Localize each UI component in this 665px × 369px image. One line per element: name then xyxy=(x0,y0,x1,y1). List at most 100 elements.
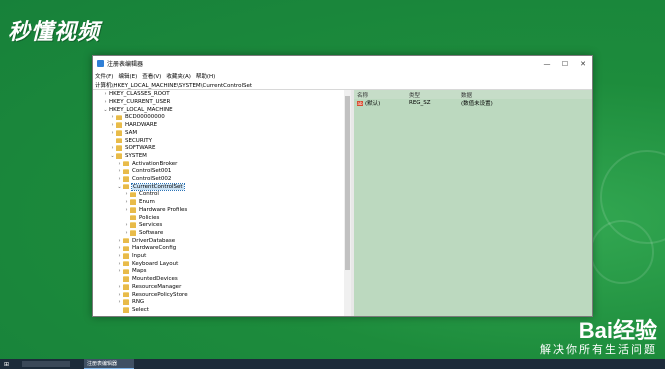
tree-node[interactable]: › HardwareConfig xyxy=(116,245,177,253)
tree-node[interactable]: ⌄ SYSTEM xyxy=(109,152,147,160)
expand-chevron-icon[interactable]: › xyxy=(102,91,109,97)
tree-node-label[interactable]: Services xyxy=(139,222,162,228)
menu-favorites[interactable]: 收藏夹(A) xyxy=(166,72,191,80)
tree-node-label[interactable]: HKEY_CLASSES_ROOT xyxy=(109,91,170,97)
address-path[interactable]: 计算机\HKEY_LOCAL_MACHINE\SYSTEM\CurrentCon… xyxy=(95,81,252,89)
tree-node[interactable]: › SOFTWARE xyxy=(109,144,156,152)
scrollbar-thumb[interactable] xyxy=(345,96,350,270)
tree-node-label[interactable]: Select xyxy=(132,307,149,313)
tree-scrollbar[interactable] xyxy=(344,90,351,316)
tree-node-label[interactable]: SOFTWARE xyxy=(125,145,155,151)
tree-node-label[interactable]: HKEY_LOCAL_MACHINE xyxy=(109,107,173,113)
column-header-type[interactable]: 类型 xyxy=(409,91,461,99)
collapse-chevron-icon[interactable]: ⌄ xyxy=(109,153,116,159)
tree-node[interactable]: › HKEY_CLASSES_ROOT xyxy=(102,91,170,99)
expand-chevron-icon[interactable]: › xyxy=(123,191,130,197)
tree-node[interactable]: › HKEY_CURRENT_USER xyxy=(102,98,171,106)
tree-node-label[interactable]: Maps xyxy=(132,268,146,274)
tree-node-label[interactable]: HKEY_CURRENT_USER xyxy=(109,99,170,105)
tree-node[interactable]: › HARDWARE xyxy=(109,121,158,129)
tree-node[interactable]: Select xyxy=(116,306,149,314)
tree-node-label[interactable]: RNG xyxy=(132,299,144,305)
tree-node-label[interactable]: Hardware Profiles xyxy=(139,207,187,213)
expand-chevron-icon[interactable]: › xyxy=(102,99,109,105)
menu-help[interactable]: 帮助(H) xyxy=(196,72,215,80)
expand-chevron-icon[interactable]: › xyxy=(109,145,116,151)
tree-node[interactable]: ⌄ HKEY_LOCAL_MACHINE xyxy=(102,106,173,114)
tree-node[interactable]: › SAM xyxy=(109,129,138,137)
expand-chevron-icon[interactable]: › xyxy=(123,222,130,228)
tree-node-label[interactable]: SAM xyxy=(125,130,137,136)
windows-icon[interactable]: ⊞ xyxy=(4,361,11,368)
taskbar-registry-editor[interactable]: 注册表编辑器 xyxy=(84,359,134,369)
expand-chevron-icon[interactable]: › xyxy=(109,122,116,128)
tree-node-label[interactable]: CurrentControlSet xyxy=(131,182,185,191)
tree-node-label[interactable]: BCD00000000 xyxy=(125,114,165,120)
tree-node[interactable]: › ResourcePolicyStore xyxy=(116,291,188,299)
tree-node[interactable]: SECURITY xyxy=(109,137,152,145)
expand-chevron-icon[interactable]: › xyxy=(116,176,123,182)
address-bar[interactable]: 计算机\HKEY_LOCAL_MACHINE\SYSTEM\CurrentCon… xyxy=(93,80,592,90)
collapse-chevron-icon[interactable]: ⌄ xyxy=(116,184,123,190)
expand-chevron-icon[interactable]: › xyxy=(116,238,123,244)
tree-node-label[interactable]: ControlSet002 xyxy=(132,176,171,182)
menu-file[interactable]: 文件(F) xyxy=(95,72,113,80)
tree-node-label[interactable]: ResourceManager xyxy=(132,284,181,290)
tree-node-label[interactable]: DriverDatabase xyxy=(132,238,175,244)
tree-node-label[interactable]: Control xyxy=(139,191,159,197)
tree-node-label[interactable]: SECURITY xyxy=(125,138,152,144)
expand-chevron-icon[interactable]: › xyxy=(123,199,130,205)
expand-chevron-icon[interactable]: › xyxy=(116,245,123,251)
tree-node[interactable]: › Enum xyxy=(123,198,155,206)
tree-node-label[interactable]: ResourcePolicyStore xyxy=(132,292,188,298)
tree-node[interactable]: › BCD00000000 xyxy=(109,114,165,122)
tree-node[interactable]: › ActivationBroker xyxy=(116,160,178,168)
tree-node[interactable]: › ResourceManager xyxy=(116,283,182,291)
column-header-name[interactable]: 名称 xyxy=(354,91,409,99)
tree-node-label[interactable]: ActivationBroker xyxy=(132,161,177,167)
expand-chevron-icon[interactable]: › xyxy=(116,284,123,290)
tree-node-label[interactable]: ControlSet001 xyxy=(132,168,171,174)
tree-node[interactable]: › ControlSet002 xyxy=(116,175,172,183)
maximize-button[interactable]: ☐ xyxy=(556,60,574,68)
tree-node[interactable]: › Software xyxy=(123,229,164,237)
expand-chevron-icon[interactable]: › xyxy=(116,292,123,298)
minimize-button[interactable]: — xyxy=(538,60,556,68)
tree-node-label[interactable]: HardwareConfig xyxy=(132,245,176,251)
expand-chevron-icon[interactable]: › xyxy=(116,161,123,167)
expand-chevron-icon[interactable]: › xyxy=(109,130,116,136)
tree-node[interactable]: › Keyboard Layout xyxy=(116,260,179,268)
tree-node-label[interactable]: MountedDevices xyxy=(132,276,178,282)
tree-node-label[interactable]: Input xyxy=(132,253,146,259)
tree-node[interactable]: › Input xyxy=(116,252,147,260)
expand-chevron-icon[interactable]: › xyxy=(116,299,123,305)
tree-node[interactable]: › Maps xyxy=(116,268,147,276)
expand-chevron-icon[interactable]: › xyxy=(116,168,123,174)
title-bar[interactable]: 注册表编辑器 — ☐ ✕ xyxy=(93,56,592,71)
tree-node[interactable]: › RNG xyxy=(116,298,145,306)
tree-node[interactable]: › Control xyxy=(123,191,159,199)
taskbar-search-box[interactable] xyxy=(22,361,70,367)
tree-node[interactable]: ⌄ CurrentControlSet xyxy=(116,182,185,191)
menu-edit[interactable]: 编辑(E) xyxy=(118,72,137,80)
tree-node-label[interactable]: HARDWARE xyxy=(125,122,157,128)
column-header-data[interactable]: 数据 xyxy=(461,91,592,99)
tree-node[interactable]: Policies xyxy=(123,214,159,222)
collapse-chevron-icon[interactable]: ⌄ xyxy=(102,107,109,113)
expand-chevron-icon[interactable]: › xyxy=(116,253,123,259)
tree-node-label[interactable]: SYSTEM xyxy=(125,153,147,159)
tree-node[interactable]: › Hardware Profiles xyxy=(123,206,188,214)
tree-node[interactable]: MountedDevices xyxy=(116,275,178,283)
menu-view[interactable]: 查看(V) xyxy=(142,72,161,80)
tree-node[interactable]: › DriverDatabase xyxy=(116,237,176,245)
tree-node[interactable]: › ControlSet001 xyxy=(116,168,172,176)
tree-node-label[interactable]: Policies xyxy=(139,215,159,221)
tree-node-label[interactable]: Keyboard Layout xyxy=(132,261,178,267)
value-row[interactable]: ab (默认) REG_SZ (数值未设置) xyxy=(354,99,592,107)
tree-node-label[interactable]: Software xyxy=(139,230,163,236)
expand-chevron-icon[interactable]: › xyxy=(109,114,116,120)
expand-chevron-icon[interactable]: › xyxy=(116,261,123,267)
tree-node-label[interactable]: Enum xyxy=(139,199,155,205)
close-button[interactable]: ✕ xyxy=(574,60,592,68)
expand-chevron-icon[interactable]: › xyxy=(123,207,130,213)
